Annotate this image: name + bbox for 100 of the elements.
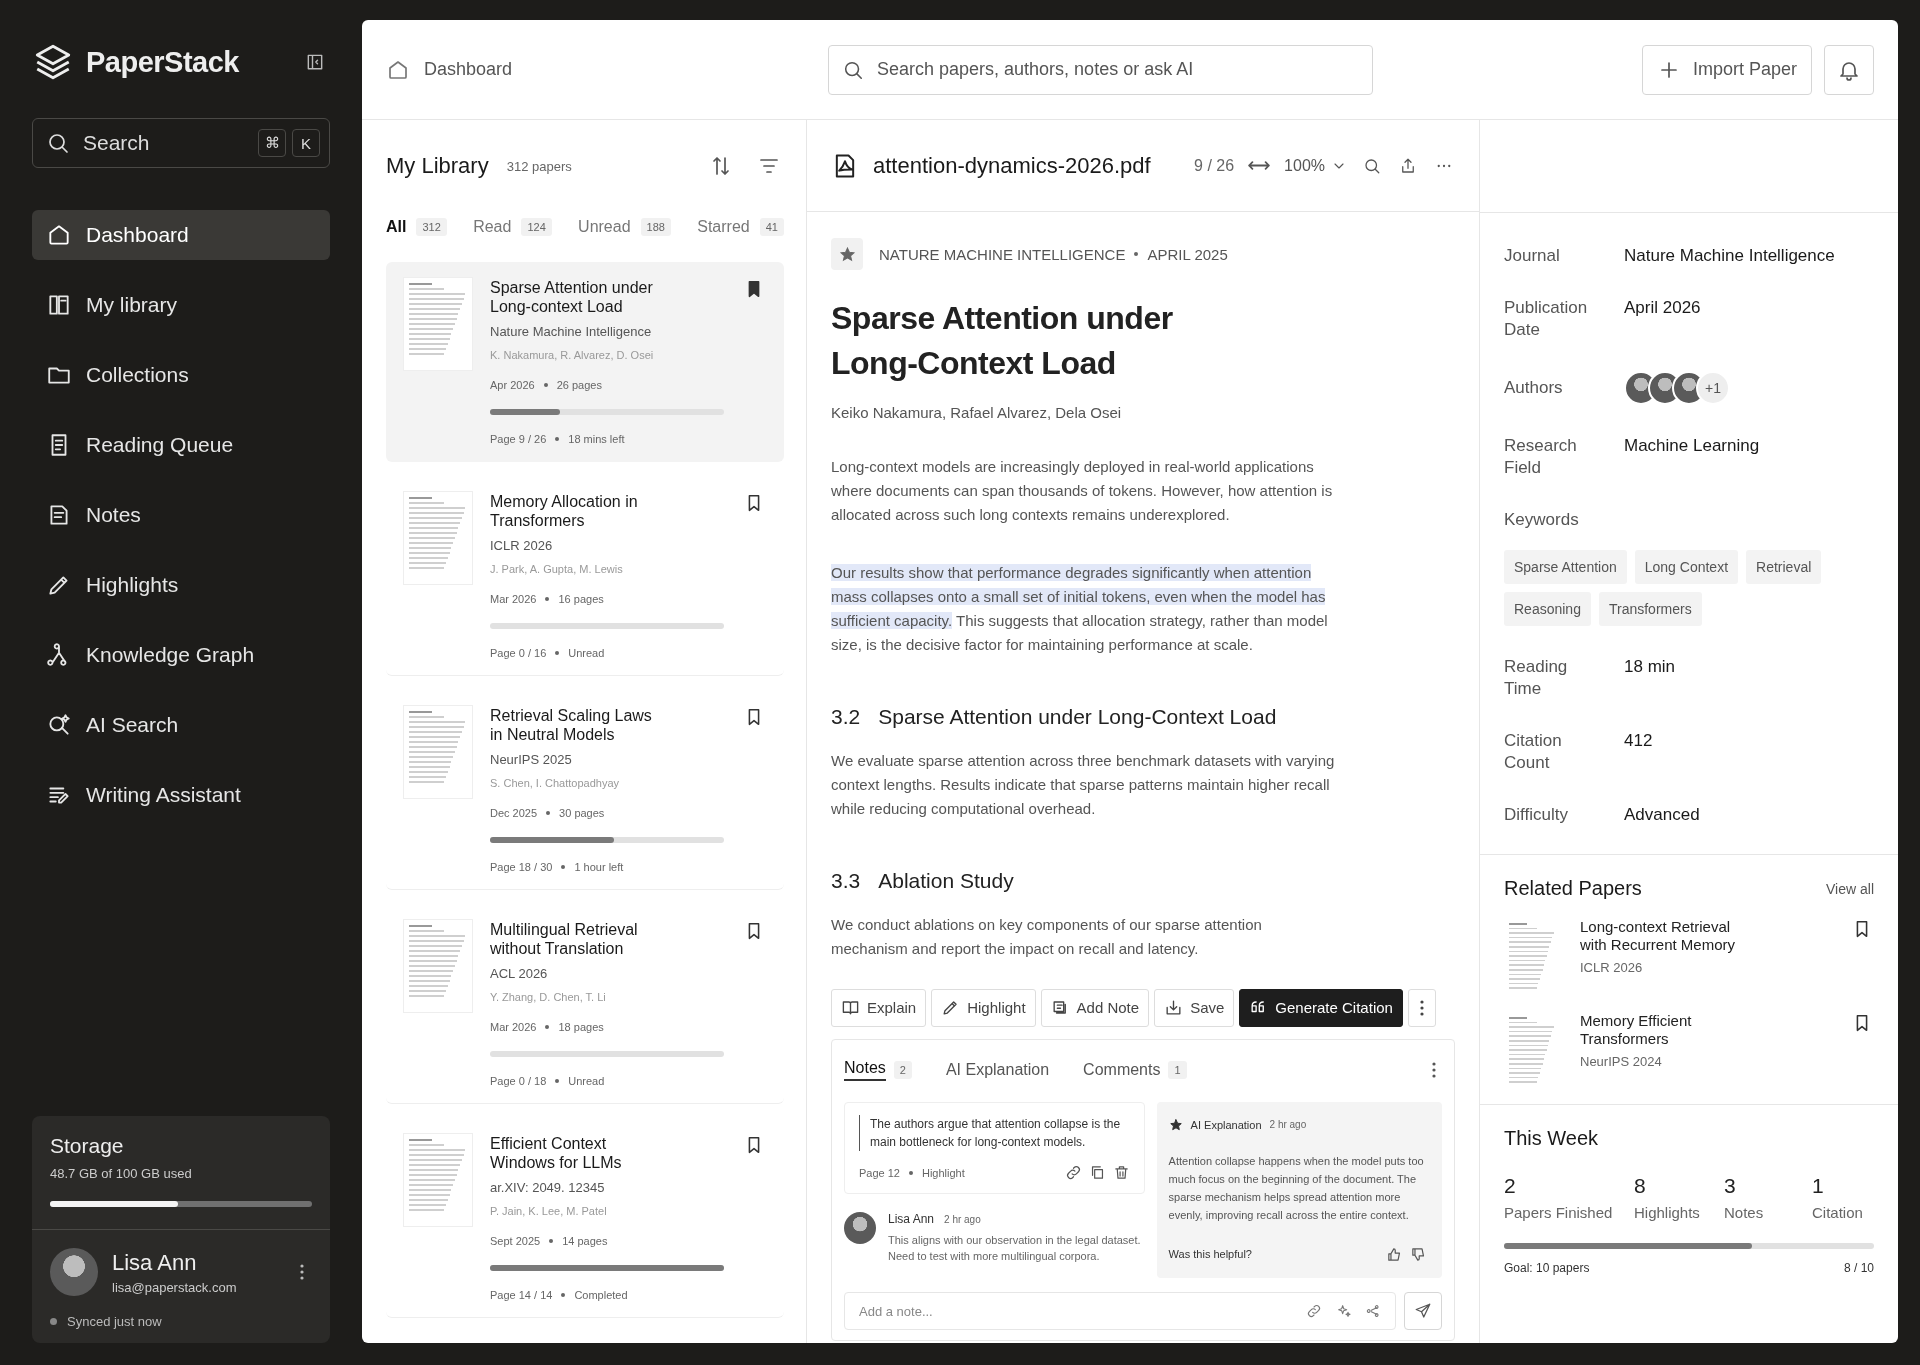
section-paragraph: We conduct ablations on key components of our sparse attention mechanism and report the impact on recall and latency. (831, 914, 1263, 959)
reading-status: Unread (568, 647, 605, 659)
note-page: Page 12 (859, 1166, 900, 1179)
page-count: 26 pages (556, 379, 602, 392)
action-button[interactable]: Explain (831, 988, 927, 1027)
abstract-paragraph: Long-context models are increasingly deployed in real-world applications where documents can span thousands of tokens. However, how attention is allocated across such long contexts remains underexplored. (831, 456, 1334, 525)
paper-date: Mar 2026 (490, 1021, 537, 1034)
separator-dot (555, 1079, 560, 1083)
user-email: lisa@paperstack.com (112, 1279, 238, 1295)
field-label: Difficulty (1504, 803, 1569, 826)
paper-card[interactable]: Efficient Context Windows for LLMs ar.XIV: 2049. 12345 P. Jain, K. Lee, M. Patel Sept 2025 14 pages Page 14 / 14 Completed (386, 1118, 784, 1318)
keyword-tag[interactable]: Transformers (1598, 591, 1702, 626)
global-search-field[interactable]: Search papers, authors, notes or ask AI (828, 44, 1373, 95)
paper-date: Apr 2026 (490, 379, 535, 392)
section-number: 3.3 (831, 868, 861, 893)
keyword-tag[interactable]: Sparse Attention (1504, 549, 1627, 584)
panel-tab[interactable]: AI Explanation (945, 1060, 1050, 1079)
thumbs-up-icon (1385, 1245, 1403, 1263)
send-icon (1414, 1302, 1432, 1321)
horizontal-arrows-icon (1248, 161, 1271, 170)
shortcut-key: ⌘ (258, 129, 286, 157)
action-button[interactable]: Add Note (1040, 988, 1150, 1027)
sync-status: Synced just now (67, 1314, 162, 1329)
separator-dot (555, 651, 560, 655)
filter-tab[interactable]: All 312 (386, 212, 447, 242)
nav-item[interactable]: Notes (32, 490, 330, 540)
paper-count: 312 papers (506, 158, 572, 174)
field-value: 412 (1624, 729, 1653, 752)
nav-item[interactable]: Dashboard (32, 210, 330, 260)
notifications-button[interactable] (1824, 44, 1874, 95)
reading-status: Unread (568, 1075, 605, 1087)
add-note-field[interactable]: Add a note... (844, 1292, 1396, 1331)
nav-item[interactable]: Collections (32, 350, 330, 400)
paper-date: Dec 2025 (490, 807, 538, 820)
paper-authors: J. Park, A. Gupta, M. Lewis (490, 563, 624, 576)
paper-card[interactable]: Retrieval Scaling Laws in Neutral Models NeurIPS 2025 S. Chen, I. Chattopadhyay Dec 2025 30 pages Page 18 / 30 1 hour left (386, 690, 784, 890)
filter-tab[interactable]: Read 124 (473, 212, 552, 242)
paper-card[interactable]: Memory Allocation in Transformers ICLR 2026 J. Park, A. Gupta, M. Lewis Mar 2026 16 pages Page 0 / 16 Unread (386, 476, 784, 676)
filter-tab[interactable]: Unread 188 (578, 212, 671, 242)
send-button[interactable] (1404, 1292, 1442, 1331)
field-label: Publication Date (1504, 297, 1589, 342)
collapse-panel-icon (305, 52, 325, 72)
search-icon (46, 131, 70, 155)
field-label: Citation Count (1504, 729, 1563, 774)
note-type: Highlight (922, 1166, 965, 1179)
star-button[interactable] (831, 238, 863, 270)
more-icon (1437, 163, 1451, 168)
sparkle-search-icon (46, 712, 72, 738)
highlighted-paragraph: Our results show that performance degrades significantly when attention mass collapses onto a small set of initial tokens, even when the model has sufficient capacity. This suggests that allocation strategy, rather than model size, is the decisive factor for maintaining performance at scale. (831, 562, 1329, 655)
stat-value: 1 (1812, 1174, 1825, 1199)
nav-item[interactable]: Knowledge Graph (32, 630, 330, 680)
field-label: Keywords (1504, 509, 1580, 532)
paper-card[interactable]: Sparse Attention under Long-context Load Nature Machine Intelligence K. Nakamura, R. Alvarez, D. Osei Apr 2026 26 pages Page 9 / 26 18 mins left (386, 262, 784, 462)
field-value: Advanced (1624, 803, 1700, 826)
keyword-tag[interactable]: Retrieval (1746, 549, 1822, 584)
paper-title: Retrieval Scaling Laws in Neutral Models (490, 706, 653, 745)
storage-usage: 48.7 GB of 100 GB used (50, 1166, 193, 1181)
stat-value: 2 (1504, 1174, 1517, 1199)
publication-date: APRIL 2025 (1147, 245, 1228, 263)
page-count: 16 pages (558, 593, 604, 606)
more-icon (300, 1264, 304, 1280)
paper-title: Memory Allocation in Transformers (490, 492, 639, 531)
section-paragraph: We evaluate sparse attention across three benchmark datasets with varying context lengths. Results indicate that sparse patterns maintain higher recall while reducing computational overhead. (831, 750, 1336, 819)
separator-dot (1134, 252, 1139, 256)
nav-item[interactable]: Writing Assistant (32, 770, 330, 820)
page-count: 14 pages (562, 1235, 608, 1248)
storage-title: Storage (50, 1134, 125, 1158)
import-paper-button[interactable]: Import Paper (1641, 44, 1812, 95)
keyword-tag[interactable]: Reasoning (1504, 591, 1591, 626)
field-label: Reading Time (1504, 655, 1569, 700)
panel-tab[interactable]: Notes 2 (844, 1058, 912, 1081)
user-name: Lisa Ann (112, 1249, 198, 1276)
star-icon (1168, 1117, 1183, 1132)
nav-item[interactable]: Highlights (32, 560, 330, 610)
filter-tab[interactable]: Starred 41 (697, 212, 784, 242)
search-icon (1363, 156, 1381, 175)
nav-item[interactable]: My library (32, 280, 330, 330)
comment-time: 2 hr ago (944, 1213, 981, 1225)
panel-tab[interactable]: Comments 1 (1083, 1060, 1187, 1079)
action-button[interactable]: Generate Citation (1239, 988, 1403, 1027)
zoom-dropdown[interactable]: 100% (1284, 156, 1347, 175)
books-icon (46, 292, 72, 318)
keyword-tag[interactable]: Long Context (1634, 549, 1739, 584)
brand-name: PaperStack (86, 45, 240, 79)
action-button[interactable]: Highlight (931, 988, 1036, 1027)
separator-dot (549, 1239, 554, 1244)
note-text: The authors argue that attention collapse is the main bottleneck for long-context models. (859, 1114, 1134, 1151)
nav-item[interactable]: Reading Queue (32, 420, 330, 470)
field-value: Nature Machine Intelligence (1624, 245, 1835, 267)
paper-date: Sept 2025 (490, 1235, 541, 1248)
nav-item[interactable]: AI Search (32, 700, 330, 750)
action-button[interactable]: Save (1154, 988, 1235, 1027)
reading-status: Completed (574, 1289, 628, 1301)
library-title: My Library (386, 153, 489, 179)
paper-card[interactable]: Multilingual Retrieval without Translation ACL 2026 Y. Zhang, D. Chen, T. Li Mar 2026 18 pages Page 0 / 18 Unread (386, 904, 784, 1104)
feedback-prompt: Was this helpful? (1168, 1248, 1252, 1261)
file-name: attention-dynamics-2026.pdf (873, 152, 1151, 179)
separator-dot (543, 383, 548, 388)
view-all-link[interactable]: View all (1826, 880, 1874, 897)
related-paper-venue: ICLR 2026 (1580, 960, 1644, 976)
